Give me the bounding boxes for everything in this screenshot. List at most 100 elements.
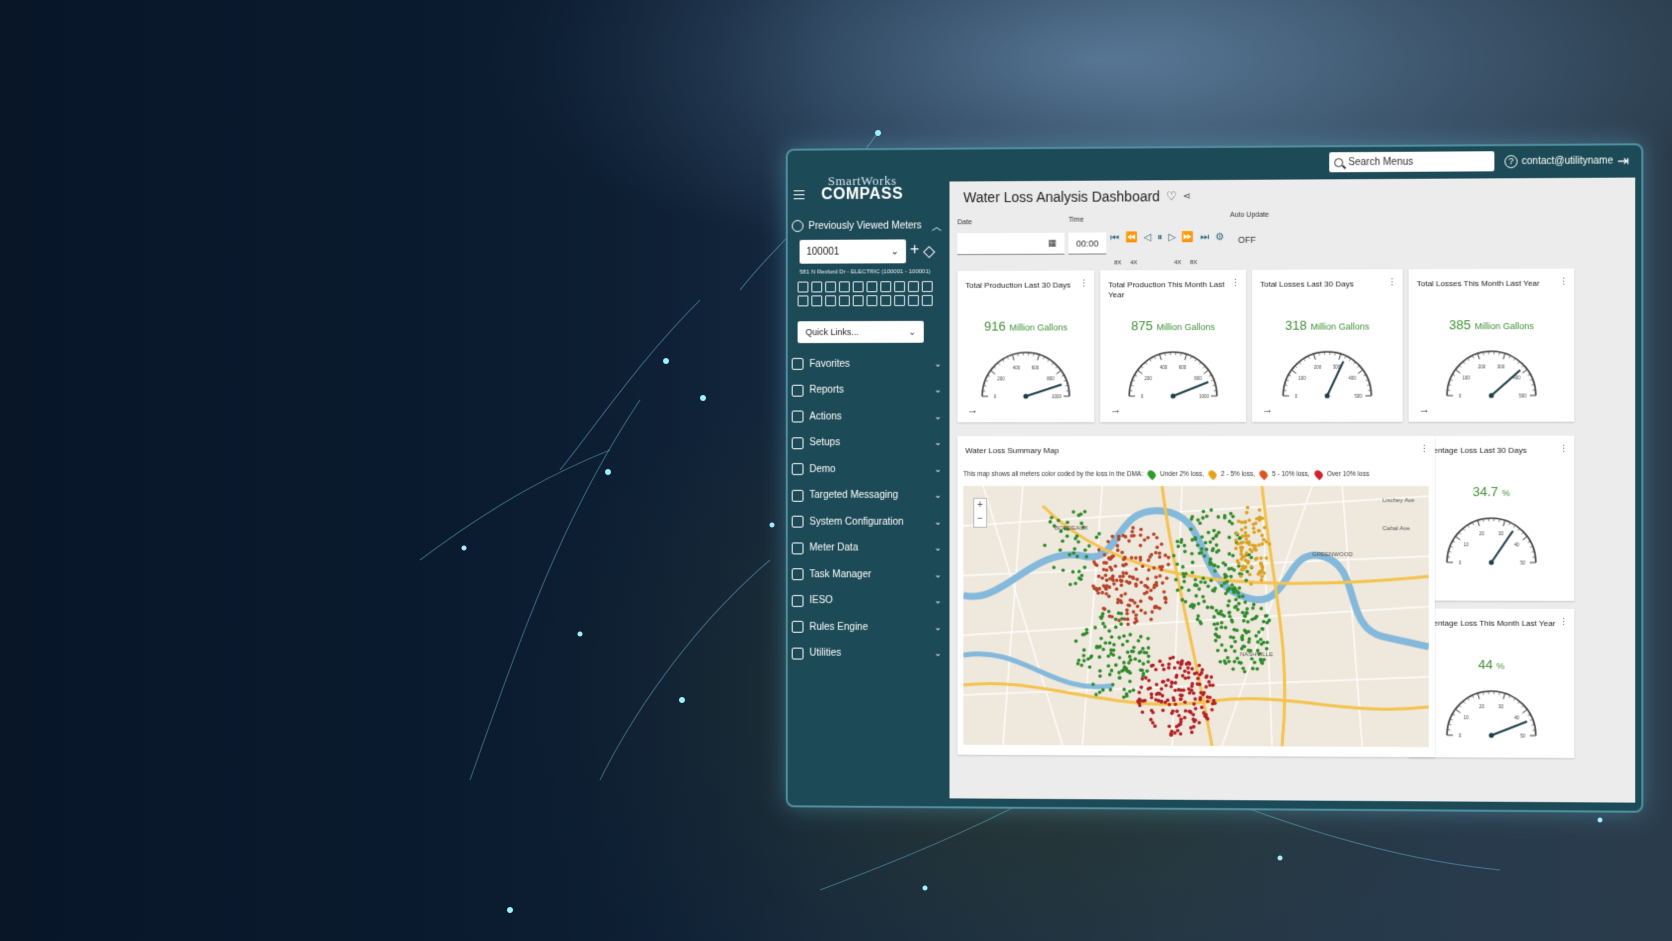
meter-select[interactable]: 100001 ⌄	[800, 239, 906, 263]
sidebar-item-utilities[interactable]: Utilities ⌄	[792, 640, 942, 667]
sidebar-item-actions[interactable]: Actions ⌄	[792, 403, 942, 430]
kebab-menu-icon[interactable]: ⋮	[1231, 278, 1240, 289]
step-back-icon[interactable]: ◁	[1144, 232, 1152, 243]
meter-dot	[1201, 668, 1205, 672]
skip-start-icon[interactable]: ⏮	[1110, 232, 1119, 243]
meter-tool-icon[interactable]	[839, 281, 850, 292]
user-contact[interactable]: ? contact@utilityname ⇥	[1505, 152, 1630, 170]
card-value-unit: Million Gallons	[1475, 321, 1534, 331]
map-pin-icon	[1313, 469, 1324, 480]
meter-dot	[1246, 570, 1250, 574]
meter-tool-icon[interactable]	[853, 295, 864, 306]
auto-update-toggle[interactable]: OFF	[1238, 235, 1256, 245]
gauge-tick	[1514, 525, 1516, 528]
sidebar-item-favorites[interactable]: Favorites ⌄	[792, 351, 942, 378]
meter-tool-icon[interactable]	[880, 281, 891, 292]
meter-dot	[1211, 606, 1215, 610]
meter-dot	[1125, 612, 1129, 616]
add-icon[interactable]: +	[910, 241, 919, 261]
water-loss-map[interactable]: + − BORDEAUX GREENWOOD NASHVILLE Cahal A…	[963, 486, 1428, 747]
sidebar-item-reports[interactable]: Reports ⌄	[792, 377, 942, 404]
sidebar-item-task-manager[interactable]: Task Manager ⌄	[792, 561, 942, 588]
meter-dot	[1218, 660, 1222, 664]
meter-tool-icon[interactable]	[839, 295, 850, 306]
hamburger-menu-icon[interactable]	[794, 190, 805, 199]
sidebar-item-demo[interactable]: Demo ⌄	[792, 456, 942, 482]
meter-tool-icon[interactable]	[853, 281, 864, 292]
meter-tool-icon[interactable]	[922, 281, 933, 292]
meter-tool-icon[interactable]	[798, 295, 809, 306]
kebab-menu-icon[interactable]: ⋮	[1559, 277, 1568, 288]
settings-gear-icon[interactable]: ⚙	[1215, 232, 1224, 243]
sidebar-item-setups[interactable]: Setups ⌄	[792, 430, 942, 456]
skip-end-icon[interactable]: ⏭	[1200, 232, 1209, 243]
fast-rewind-icon[interactable]: ⏪	[1125, 232, 1137, 243]
help-icon[interactable]: ?	[1505, 155, 1518, 168]
flow-icon	[792, 621, 804, 633]
gauge-needle	[1491, 370, 1520, 395]
sidebar-item-system-configuration[interactable]: System Configuration ⌄	[792, 509, 942, 535]
meter-dot	[1095, 535, 1099, 539]
meter-dot	[1092, 560, 1096, 564]
meter-tool-icon[interactable]	[922, 295, 933, 306]
meter-dot	[1245, 607, 1249, 611]
meter-tool-icon[interactable]	[867, 281, 878, 292]
favorite-heart-icon[interactable]: ♡	[1166, 189, 1177, 203]
sidebar-item-targeted-messaging[interactable]: Targeted Messaging ⌄	[792, 482, 942, 508]
meter-tool-icon[interactable]	[880, 295, 891, 306]
gauge-tick	[1358, 370, 1363, 374]
map-card: Water Loss Summary Map ⋮ This map shows …	[957, 436, 1434, 757]
map-canvas[interactable]	[963, 486, 1428, 747]
meter-tool-icon[interactable]	[798, 282, 809, 293]
zoom-control[interactable]: + −	[973, 498, 987, 528]
meter-dot	[1223, 659, 1227, 663]
sidebar-item-ieso[interactable]: IESO ⌄	[792, 588, 942, 615]
meter-dot	[1206, 717, 1210, 721]
zoom-out-icon[interactable]: −	[974, 513, 986, 527]
share-icon[interactable]: ⋖	[1183, 191, 1191, 202]
kebab-menu-icon[interactable]: ⋮	[1559, 617, 1568, 628]
sidebar-item-rules-engine[interactable]: Rules Engine ⌄	[792, 614, 942, 641]
meter-dot	[1179, 697, 1183, 701]
meter-tool-icon[interactable]	[908, 295, 919, 306]
kebab-menu-icon[interactable]: ⋮	[1079, 278, 1088, 289]
meter-tool-icon[interactable]	[867, 295, 878, 306]
sidebar-item-meter-data[interactable]: Meter Data ⌄	[792, 535, 942, 562]
meter-dot	[1128, 680, 1132, 684]
meter-tool-icon[interactable]	[908, 281, 919, 292]
previously-viewed-meters-header[interactable]: Previously Viewed Meters ︿	[792, 217, 942, 234]
fast-forward-icon[interactable]: ⏩	[1182, 232, 1194, 243]
search-placeholder: Search Menus	[1348, 156, 1413, 167]
meter-dot	[1243, 600, 1247, 604]
meter-tool-icon[interactable]	[825, 295, 836, 306]
gauge-tick	[1061, 375, 1064, 376]
logout-icon[interactable]: ⇥	[1617, 152, 1629, 169]
search-input[interactable]: Search Menus	[1329, 151, 1494, 172]
zoom-in-icon[interactable]: +	[974, 499, 986, 513]
arrow-right-icon[interactable]: →	[1262, 404, 1273, 416]
calendar-icon[interactable]: ▦	[1048, 238, 1056, 249]
meter-dot	[1132, 610, 1136, 614]
date-input[interactable]: ▦	[957, 233, 1064, 255]
time-input[interactable]: 00:00	[1068, 232, 1106, 254]
meter-tool-icon[interactable]	[811, 281, 822, 292]
kebab-menu-icon[interactable]: ⋮	[1420, 444, 1429, 455]
quick-links-select[interactable]: Quick Links... ⌄	[798, 321, 924, 343]
kebab-menu-icon[interactable]: ⋮	[1387, 277, 1396, 288]
meter-tool-icon[interactable]	[894, 281, 905, 292]
play-icon[interactable]: ▷	[1168, 232, 1176, 243]
meter-dot	[1265, 647, 1269, 651]
meter-tool-icon[interactable]	[811, 295, 822, 306]
eraser-icon[interactable]: ◇	[923, 241, 935, 261]
pause-icon[interactable]: ⏸	[1157, 232, 1162, 243]
meter-tool-icon[interactable]	[894, 295, 905, 306]
meter-tool-icon[interactable]	[825, 281, 836, 292]
kebab-menu-icon[interactable]: ⋮	[1559, 444, 1568, 455]
gauge-tick	[1455, 536, 1460, 540]
meter-dot	[1229, 575, 1233, 579]
meter-dot	[1061, 539, 1065, 543]
arrow-right-icon[interactable]: →	[1419, 404, 1430, 416]
arrow-right-icon[interactable]: →	[1110, 404, 1121, 416]
meter-dot	[1147, 646, 1151, 650]
arrow-right-icon[interactable]: →	[967, 404, 978, 416]
